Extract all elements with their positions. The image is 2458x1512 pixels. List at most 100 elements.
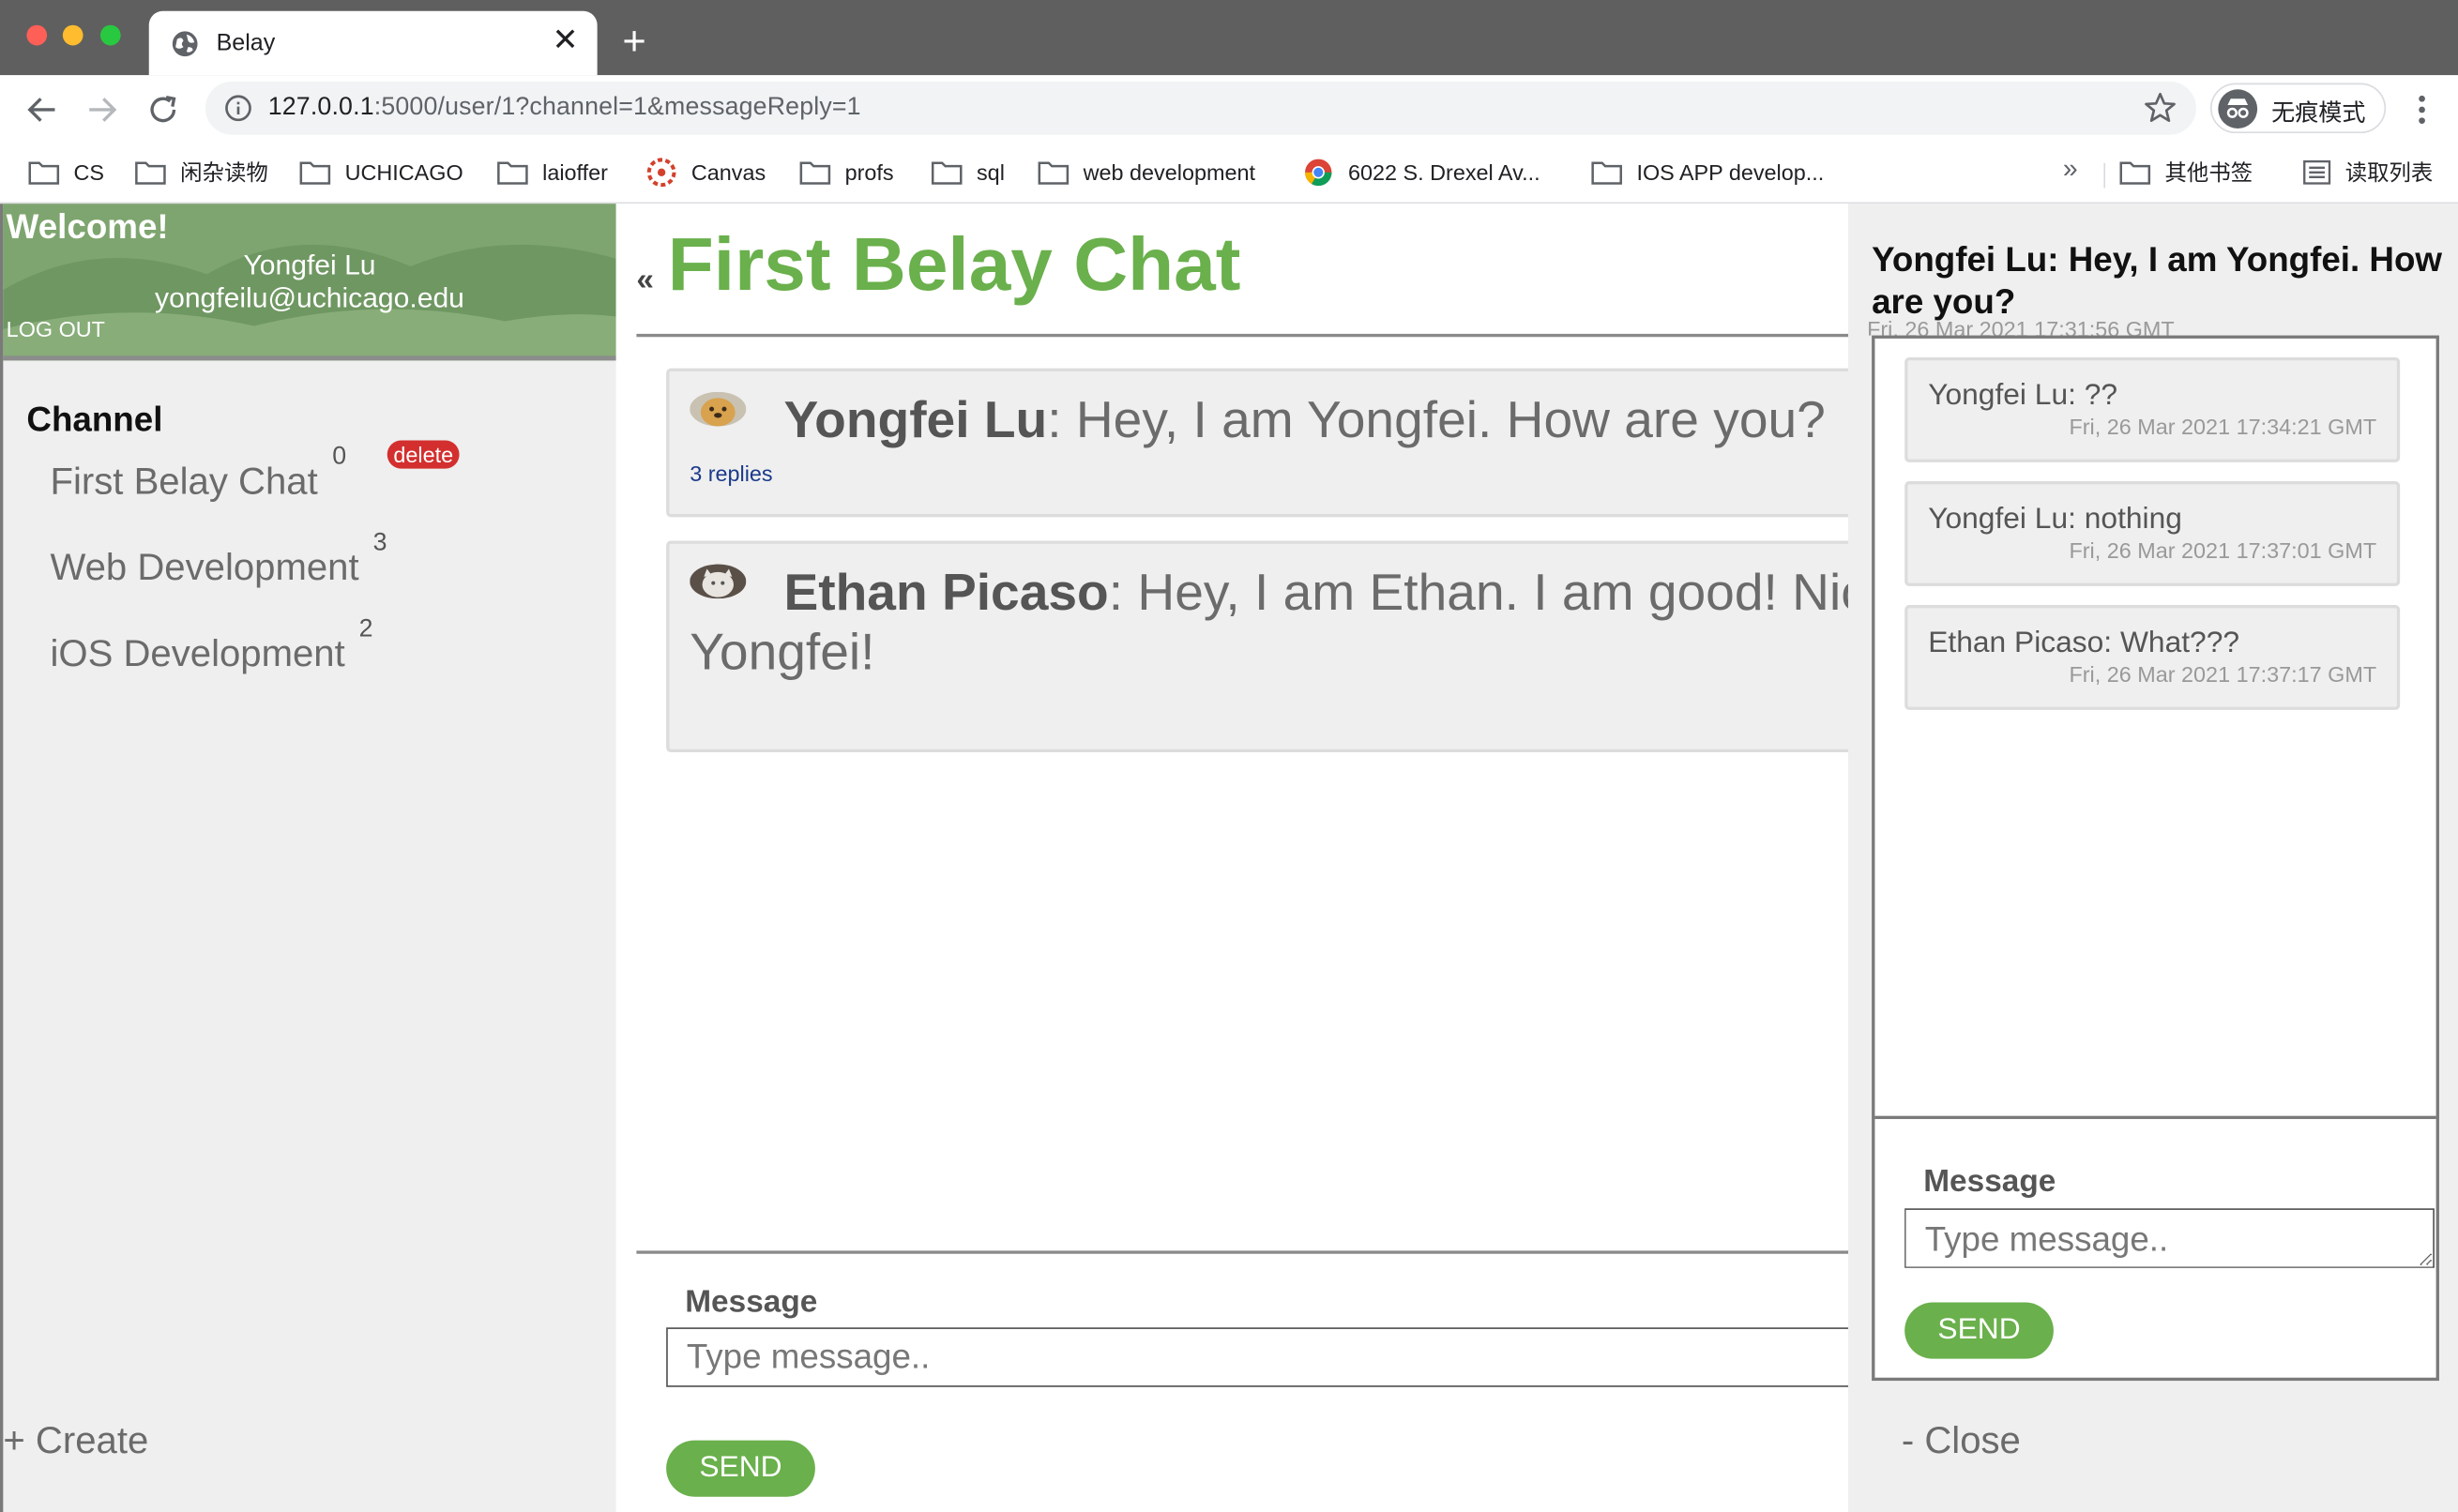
window-minimize-dot[interactable] [62,24,83,46]
unread-count: 2 [358,615,373,643]
bookmark-label: 闲杂读物 [180,159,268,186]
bookmark-item[interactable]: Canvas [645,157,766,188]
back-arrow-icon[interactable] [23,91,61,129]
incognito-label: 无痕模式 [2271,99,2366,128]
message-input[interactable] [666,1327,1849,1387]
folder-icon [28,161,60,185]
new-tab-plus-icon[interactable]: + [622,19,645,63]
bookmark-item[interactable]: UCHICAGO [299,157,463,188]
bookmark-label: 读取列表 [2344,159,2434,186]
message-author: Ethan Picaso [783,562,1109,621]
bookmark-item[interactable]: 6022 S. Drexel Av... [1303,157,1540,188]
message-body: : Hey, I am Ethan. I am good! Nice to me… [1108,562,1848,621]
thread-box: Yongfei Lu: ?? Fri, 26 Mar 2021 17:34:21… [1872,335,2439,1382]
unread-count: 0 [332,443,347,471]
thread-message-label: Message [1923,1164,2056,1200]
reading-list[interactable]: 读取列表 [2303,157,2434,188]
screen: Belay ✕ + 127.0.0.1:5000/user/1?channel=… [0,0,2458,1512]
reply-text: Ethan Picaso: What??? [1928,627,2240,660]
user-name: Yongfei Lu [243,249,376,281]
folder-icon [2119,161,2151,185]
bookmark-label: sql [976,159,1005,186]
bookmark-label: UCHICAGO [344,159,463,186]
welcome-text: Welcome! [6,206,169,247]
incognito-indicator[interactable]: 无痕模式 [2209,83,2387,134]
channel-item-web-development[interactable]: Web Development [50,547,358,591]
window-close-dot[interactable] [26,24,48,46]
chrome-logo-icon [1305,159,1332,187]
channel-title: First Belay Chat [667,223,1241,308]
send-button[interactable]: SEND [666,1440,815,1497]
forward-arrow-icon[interactable] [83,91,121,129]
bookmark-separator [2103,162,2106,189]
folder-icon [931,161,963,185]
browser-toolbar: 127.0.0.1:5000/user/1?channel=1&messageR… [0,75,2458,144]
back-chevron-icon[interactable]: « [636,264,654,299]
reply-card: Ethan Picaso: What??? Fri, 26 Mar 2021 1… [1904,604,2401,710]
bookmark-item[interactable]: sql [931,157,1005,188]
canvas-logo-icon [646,158,676,188]
window-zoom-dot[interactable] [99,24,121,46]
thread-timestamp: Fri, 26 Mar 2021 17:31:56 GMT [1867,316,2175,336]
bookmark-item[interactable]: CS [28,157,104,188]
bookmark-star-icon[interactable] [2143,91,2177,126]
folder-icon [1591,161,1622,185]
reload-icon[interactable] [144,91,182,129]
logout-link[interactable]: LOG OUT [7,317,105,342]
url-text: 127.0.0.1:5000/user/1?channel=1&messageR… [268,94,861,122]
reply-text: Yongfei Lu: nothing [1928,503,2182,537]
message-card[interactable]: Yongfei Lu: Hey, I am Yongfei. How are y… [666,368,1849,518]
bookmark-item[interactable]: web development [1038,157,1255,188]
message-text: Yongfei Lu: Hey, I am Yongfei. How are y… [690,390,1826,449]
reply-timestamp: Fri, 26 Mar 2021 17:37:01 GMT [2069,537,2377,563]
thread-message-input[interactable] [1904,1208,2435,1268]
message-text-continued: Yongfei! [690,622,875,681]
bookmark-label: 6022 S. Drexel Av... [1347,159,1540,186]
replies-link[interactable]: 3 replies [690,461,772,486]
message-text: Ethan Picaso: Hey, I am Ethan. I am good… [690,563,1848,622]
more-bookmarks-chevron-icon[interactable]: » [2063,154,2078,185]
reply-timestamp: Fri, 26 Mar 2021 17:37:17 GMT [2069,661,2377,687]
bookmark-item[interactable]: IOS APP develop... [1591,157,1824,188]
unread-count: 3 [372,529,387,557]
bookmark-label: CS [73,159,105,186]
url-host: 127.0.0.1 [267,94,374,121]
bookmark-label: web development [1083,159,1255,186]
address-bar[interactable]: 127.0.0.1:5000/user/1?channel=1&messageR… [205,81,2196,135]
create-channel-button[interactable]: + Create [3,1420,148,1464]
channel-item-ios-development[interactable]: iOS Development [50,633,344,677]
kebab-menu-icon[interactable] [2409,93,2435,128]
channel-panel: « First Belay Chat Yongfei Lu: Hey, I am… [615,204,1849,1512]
user-email: yongfeilu@uchicago.edu [155,281,464,314]
other-bookmarks[interactable]: 其他书签 [2119,157,2253,188]
thread-title: Yongfei Lu: Hey, I am Yongfei. How are y… [1872,239,2443,322]
reply-timestamp: Fri, 26 Mar 2021 17:34:21 GMT [2069,414,2377,439]
close-thread-button[interactable]: - Close [1902,1420,2021,1464]
browser-tab-active[interactable]: Belay ✕ [148,10,598,76]
message-label: Message [685,1285,818,1320]
message-card[interactable]: Ethan Picaso: Hey, I am Ethan. I am good… [666,540,1849,753]
bookmark-item[interactable]: laioffer [497,157,608,188]
url-path: :5000/user/1?channel=1&messageReply=1 [373,94,861,121]
channel-heading: Channel [26,400,163,439]
bookmark-label: profs [844,159,894,186]
folder-icon [497,161,528,185]
folder-icon [299,161,331,185]
thread-compose-divider [1874,1115,2436,1120]
thread-send-button[interactable]: SEND [1904,1302,2054,1359]
bookmark-item[interactable]: profs [799,157,894,188]
globe-icon [171,30,199,58]
info-icon[interactable] [224,94,252,122]
folder-icon [799,161,831,185]
incognito-icon [2218,89,2258,129]
compose-divider [636,1250,1849,1254]
message-author: Yongfei Lu [783,390,1048,448]
delete-channel-button[interactable]: delete [387,440,460,469]
reply-card: Yongfei Lu: nothing Fri, 26 Mar 2021 17:… [1904,480,2401,586]
message-body: : Hey, I am Yongfei. How are you? [1047,390,1826,448]
tab-close-icon[interactable]: ✕ [553,23,579,58]
bookmark-label: Canvas [690,159,766,186]
reply-card: Yongfei Lu: ?? Fri, 26 Mar 2021 17:34:21… [1904,356,2401,462]
channel-item-first-belay-chat[interactable]: First Belay Chat [50,461,317,505]
bookmark-item[interactable]: 闲杂读物 [135,157,268,188]
